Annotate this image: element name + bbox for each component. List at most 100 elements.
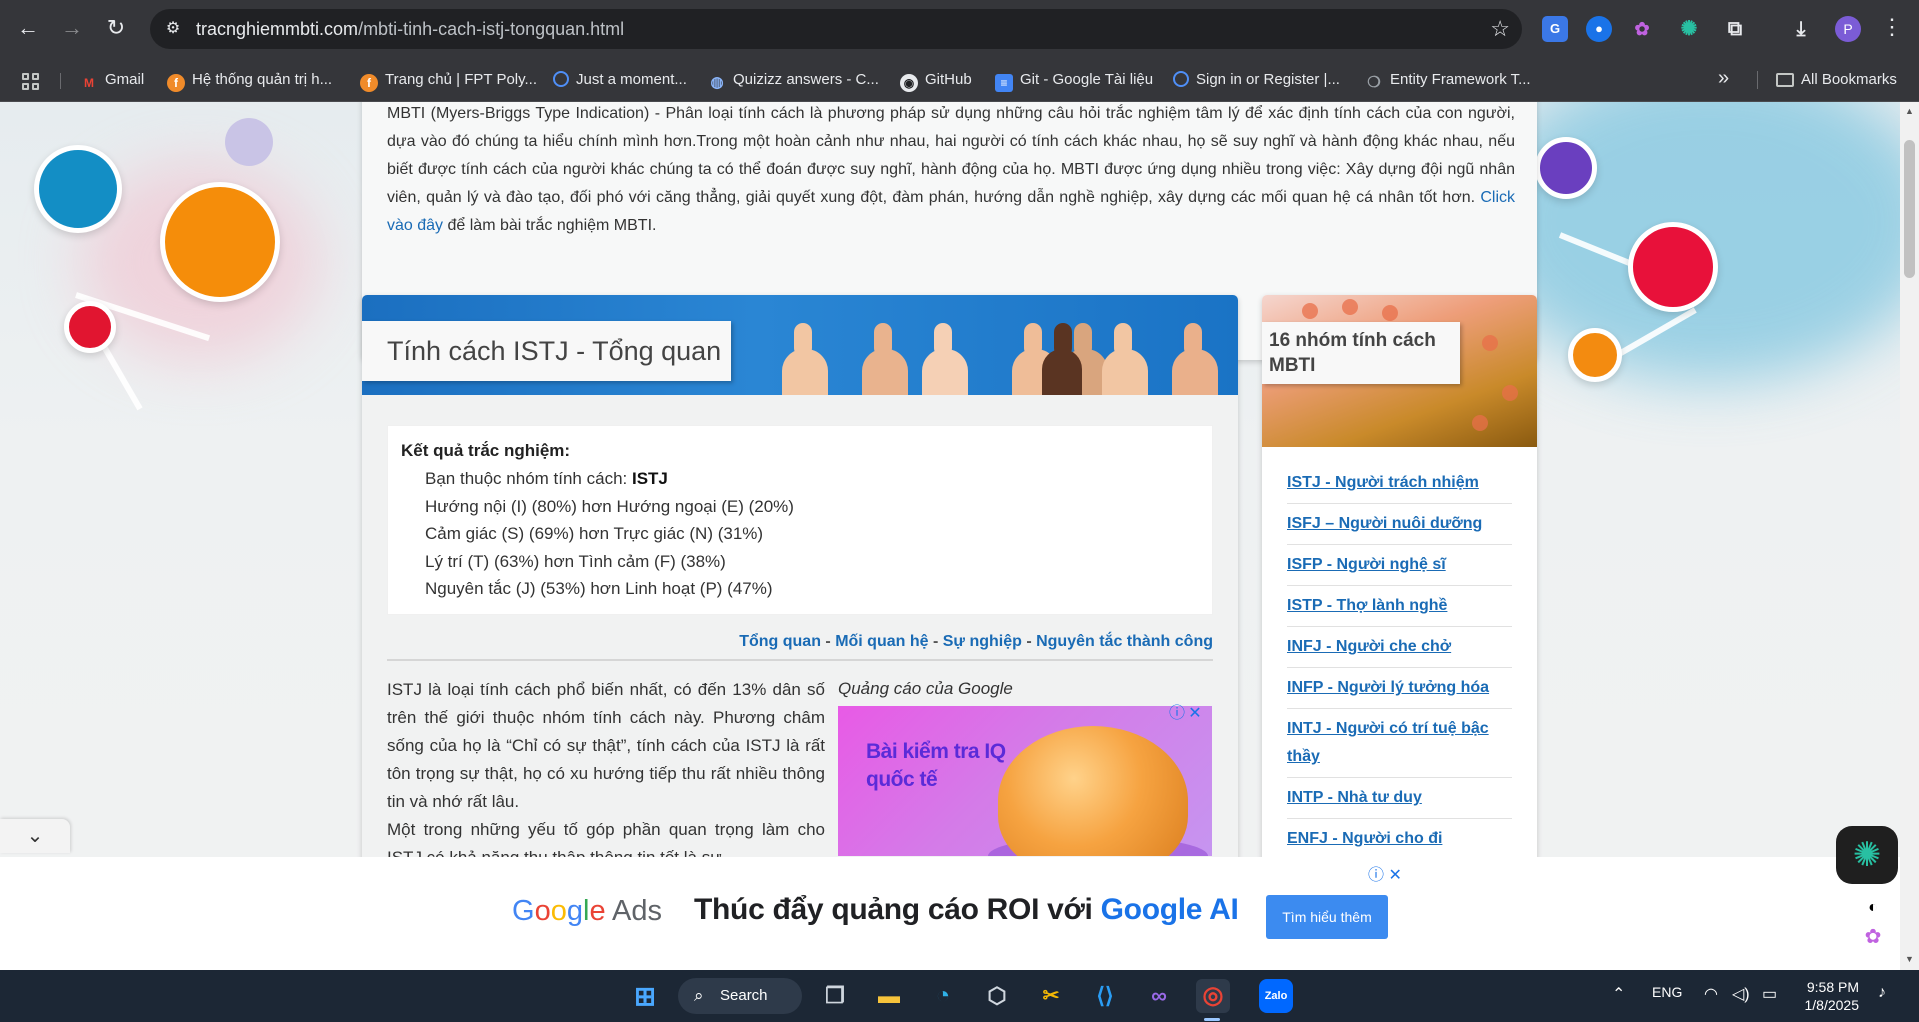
tab-nguyen-tac-thanh-cong[interactable]: Nguyên tắc thành công bbox=[1036, 633, 1213, 650]
taskbar-clock[interactable]: 9:58 PM 1/8/2025 bbox=[1803, 978, 1860, 1014]
background-bubble bbox=[1568, 328, 1622, 382]
edge-icon[interactable]: ◔ bbox=[926, 979, 960, 1013]
sidebar-item-istp[interactable]: ISTP - Thợ lành nghề bbox=[1287, 586, 1512, 627]
bookmark-github[interactable]: ◉ GitHub bbox=[900, 68, 972, 92]
bookmarks-separator bbox=[1757, 71, 1758, 89]
zalo-icon[interactable]: Zalo bbox=[1259, 979, 1293, 1013]
sidebar-item-intp[interactable]: INTP - Nhà tư duy bbox=[1287, 778, 1512, 819]
photo-editor-icon[interactable]: ✂ bbox=[1034, 979, 1068, 1013]
forward-button[interactable]: → bbox=[54, 10, 90, 46]
notification-bell-icon[interactable]: ♪ bbox=[1878, 984, 1886, 1002]
bookmark-git-google-docs[interactable]: ≡ Git - Google Tài liệu bbox=[995, 68, 1153, 92]
tab-separator: - bbox=[820, 633, 836, 650]
tray-overflow-chevron-icon[interactable]: ⌃ bbox=[1612, 984, 1625, 1004]
input-language[interactable]: ENG bbox=[1652, 984, 1682, 1000]
bookmark-quizizz[interactable]: ◍ Quizizz answers - C... bbox=[708, 68, 878, 92]
volume-icon[interactable]: ◁) bbox=[1732, 984, 1750, 1004]
tab-su-nghiep[interactable]: Sự nghiệp bbox=[943, 633, 1022, 650]
iq-test-ad[interactable]: Bài kiểm tra IQ quốc tế bbox=[838, 706, 1212, 856]
sidebar-item-isfp[interactable]: ISFP - Người nghệ sĩ bbox=[1287, 545, 1512, 586]
chatgpt-icon: ✺ bbox=[1852, 836, 1882, 874]
learn-more-button[interactable]: Tìm hiểu thêm bbox=[1266, 895, 1388, 939]
unity-icon[interactable]: ⬡ bbox=[980, 979, 1014, 1013]
wifi-icon[interactable]: ◠ bbox=[1704, 984, 1718, 1004]
battery-icon[interactable]: ▭ bbox=[1762, 984, 1777, 1004]
bookmark-star-icon[interactable]: ☆ bbox=[1490, 16, 1510, 42]
active-app-indicator bbox=[1204, 1018, 1220, 1021]
bookmark-sign-in[interactable]: Sign in or Register |... bbox=[1173, 68, 1340, 92]
bookmark-label: Entity Framework T... bbox=[1390, 71, 1531, 88]
ad-label: Quảng cáo của Google bbox=[838, 679, 1013, 698]
article-paragraph: ISTJ là loại tính cách phổ biến nhất, có… bbox=[387, 680, 825, 811]
file-explorer-icon[interactable]: ▬ bbox=[872, 979, 906, 1013]
chrome-icon[interactable]: ◎ bbox=[1196, 979, 1230, 1013]
chatgpt-floating-button[interactable]: ✺ bbox=[1836, 826, 1898, 884]
clock-time: 9:58 PM bbox=[1806, 979, 1859, 995]
ad-headline: Thúc đẩy quảng cáo ROI với Google AI bbox=[694, 893, 1239, 927]
clock-date: 1/8/2025 bbox=[1804, 997, 1860, 1013]
back-button[interactable]: ← bbox=[10, 10, 46, 46]
tab-moi-quan-he[interactable]: Mối quan hệ bbox=[835, 633, 928, 650]
task-view-icon[interactable]: ❐ bbox=[818, 979, 852, 1013]
bookmarks-bar: M Gmail f Hệ thống quản trị h... f Trang ch… bbox=[0, 57, 1919, 102]
brain-floating-button[interactable]: ✿ bbox=[1858, 922, 1888, 952]
brain-graphic bbox=[998, 726, 1188, 856]
ad-close-icon[interactable]: ✕ bbox=[1388, 867, 1401, 884]
ad-info-icon[interactable]: ⓘ bbox=[1368, 867, 1384, 884]
more-bookmarks-chevron-icon[interactable]: » bbox=[1718, 67, 1729, 90]
taskbar-search[interactable]: ⌕ Search bbox=[678, 978, 802, 1014]
windows-start-icon[interactable]: ⊞ bbox=[628, 979, 662, 1013]
browser-menu-icon[interactable]: ⋮ bbox=[1881, 14, 1903, 40]
sidebar-item-enfj[interactable]: ENFJ - Người cho đi bbox=[1287, 819, 1512, 860]
thumb-graphic bbox=[1102, 323, 1148, 395]
floating-extension-button[interactable]: ◐ bbox=[1858, 893, 1888, 923]
page-title: Tính cách ISTJ - Tổng quan bbox=[362, 321, 731, 381]
visual-studio-icon[interactable]: ∞ bbox=[1142, 979, 1176, 1013]
people-graphic bbox=[1342, 299, 1358, 315]
browser-toolbar: ← → ↻ ⚙ tracnghiemmbti.com/mbti-tinh-cac… bbox=[0, 0, 1919, 57]
sidebar-item-infj[interactable]: INFJ - Người che chở bbox=[1287, 627, 1512, 668]
address-bar[interactable]: ⚙ tracnghiemmbti.com/mbti-tinh-cach-istj… bbox=[150, 9, 1522, 49]
fpt-icon: f bbox=[167, 74, 185, 92]
bookmark-entity-framework[interactable]: ❍ Entity Framework T... bbox=[1365, 68, 1531, 92]
sidebar-item-isfj[interactable]: ISFJ – Người nuôi dưỡng bbox=[1287, 504, 1512, 545]
people-graphic bbox=[1382, 305, 1398, 321]
chatgpt-extension-icon[interactable]: ✺ bbox=[1676, 16, 1702, 42]
result-line: Cảm giác (S) (69%) hơn Trực giác (N) (31… bbox=[425, 524, 764, 543]
bookmark-just-a-moment[interactable]: Just a moment... bbox=[553, 68, 687, 92]
all-bookmarks-button[interactable]: All Bookmarks bbox=[1776, 68, 1897, 92]
sidebar-item-istj[interactable]: ISTJ - Người trách nhiệm bbox=[1287, 463, 1512, 504]
ad-close-icon[interactable]: ✕ bbox=[1186, 703, 1204, 723]
site-settings-icon[interactable]: ⚙ bbox=[162, 18, 184, 40]
extensions-puzzle-icon[interactable]: ⧉ bbox=[1722, 16, 1748, 42]
sidebar-item-infp[interactable]: INFP - Người lý tưởng hóa bbox=[1287, 668, 1512, 709]
profile-avatar[interactable]: P bbox=[1835, 16, 1861, 42]
ad-headline-text: Thúc đẩy quảng cáo ROI với bbox=[694, 893, 1101, 926]
windows-taskbar: ⊞ ⌕ Search ❐ ▬ ◔ ⬡ ✂ ⟨⟩ ∞ ◎ Zalo ⌃ ENG ◠… bbox=[0, 970, 1919, 1022]
page-scrollbar[interactable]: ▲ ▼ bbox=[1900, 102, 1919, 970]
ad-info-icon[interactable]: ⓘ bbox=[1168, 699, 1186, 723]
reload-button[interactable]: ↻ bbox=[98, 10, 134, 46]
loading-circle-icon bbox=[1173, 71, 1189, 87]
google-ads-banner[interactable]: Google Ads Thúc đẩy quảng cáo ROI với Go… bbox=[494, 857, 1404, 970]
bookmark-label: GitHub bbox=[925, 71, 972, 88]
tab-tong-quan[interactable]: Tổng quan bbox=[739, 633, 821, 650]
bookmark-gmail[interactable]: M Gmail bbox=[80, 68, 144, 92]
collapse-ad-button[interactable]: ⌄ bbox=[0, 819, 70, 853]
scroll-down-arrow-icon[interactable]: ▼ bbox=[1905, 954, 1914, 964]
google-ads-logo: Google Ads bbox=[512, 895, 662, 928]
apps-grid-icon[interactable] bbox=[22, 73, 40, 91]
brain-extension-icon[interactable]: ✿ bbox=[1629, 16, 1655, 42]
vscode-icon[interactable]: ⟨⟩ bbox=[1088, 979, 1122, 1013]
screen-recorder-extension-icon[interactable]: ● bbox=[1586, 16, 1612, 42]
bookmark-he-thong-quan-tri[interactable]: f Hệ thống quản trị h... bbox=[167, 68, 332, 92]
scroll-up-arrow-icon[interactable]: ▲ bbox=[1905, 106, 1914, 116]
google-translate-extension-icon[interactable]: G bbox=[1542, 16, 1568, 42]
sidebar-item-intj[interactable]: INTJ - Người có trí tuệ bậc thầy bbox=[1287, 709, 1512, 778]
bookmark-label: Just a moment... bbox=[576, 71, 687, 88]
scrollbar-thumb[interactable] bbox=[1904, 140, 1915, 278]
bookmark-trang-chu-fpt[interactable]: f Trang chủ | FPT Poly... bbox=[360, 68, 537, 92]
downloads-icon[interactable]: ⤓ bbox=[1788, 16, 1814, 42]
result-line: Hướng nội (I) (80%) hơn Hướng ngoại (E) … bbox=[425, 497, 794, 516]
paper-people-banner: 16 nhóm tính cách MBTI bbox=[1262, 295, 1537, 447]
